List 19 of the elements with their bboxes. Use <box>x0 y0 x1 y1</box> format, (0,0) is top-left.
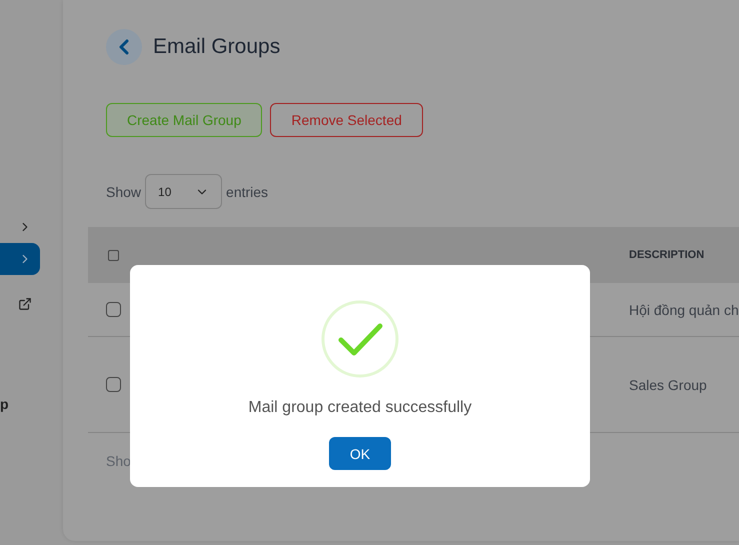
column-header: DESCRIPTION <box>629 248 704 263</box>
remove-button[interactable]: Remove Selected <box>270 103 423 137</box>
back-button[interactable] <box>106 29 142 65</box>
table-cell-text: Hội đồng quản ch <box>629 300 739 320</box>
external-link-icon <box>18 297 32 311</box>
show-label: Show <box>106 182 142 202</box>
table-info: Sho <box>106 452 131 471</box>
checkmark-icon <box>321 300 399 378</box>
sidebar-item[interactable]: p <box>0 394 9 414</box>
sidebar-item[interactable] <box>0 243 40 275</box>
checkbox[interactable] <box>106 377 121 392</box>
entries-select[interactable]: 10 <box>145 174 222 209</box>
checkbox[interactable] <box>106 302 121 317</box>
checkbox[interactable] <box>108 250 119 260</box>
ok-button[interactable]: OK <box>329 437 391 470</box>
entries-label: entries <box>226 182 268 202</box>
table-cell-text: Sales Group <box>629 376 707 394</box>
dialog-message: Mail group created successfully <box>248 398 472 418</box>
page-title: Email Groups <box>153 34 280 60</box>
